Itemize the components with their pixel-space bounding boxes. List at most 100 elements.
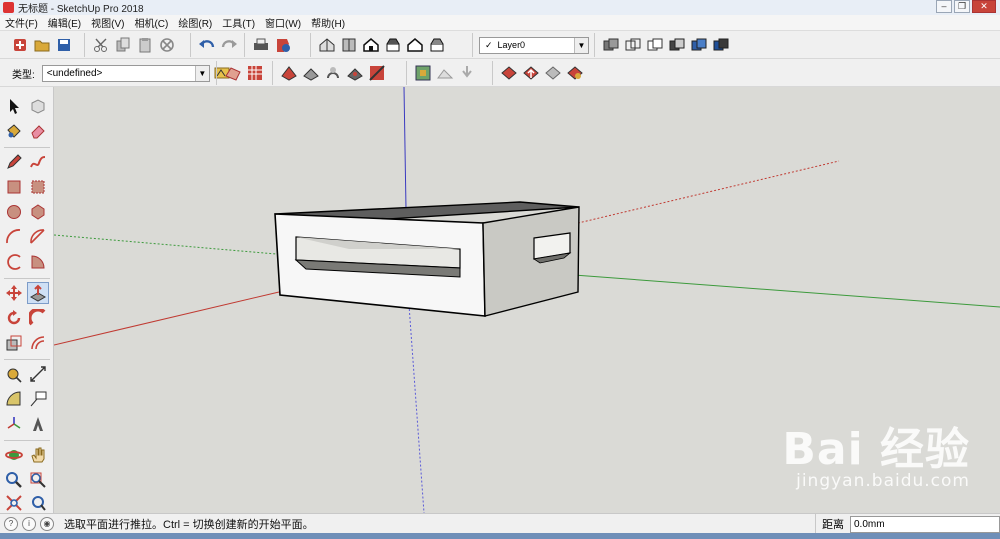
xray-button[interactable] <box>601 36 620 55</box>
new-file-button[interactable] <box>10 36 29 55</box>
circle-tool[interactable] <box>3 201 25 223</box>
minimize-button[interactable]: ‒ <box>936 0 952 13</box>
front-view-button[interactable] <box>361 36 380 55</box>
make-component-tool[interactable] <box>27 95 49 117</box>
top-view-button[interactable] <box>339 36 358 55</box>
scale-tool[interactable] <box>3 332 25 354</box>
3d-text-tool[interactable] <box>27 413 49 435</box>
tape-measure-tool[interactable] <box>3 363 25 385</box>
right-house-icon <box>386 38 399 52</box>
close-button[interactable]: ✕ <box>972 0 996 13</box>
redo-button[interactable] <box>219 36 238 55</box>
protractor-tool[interactable] <box>3 388 25 410</box>
right-view-button[interactable] <box>383 36 402 55</box>
erase-selection-button[interactable] <box>157 36 176 55</box>
shaded-style-icon <box>669 38 684 51</box>
info-icon[interactable]: i <box>22 516 36 531</box>
monochrome-button[interactable] <box>711 36 730 55</box>
add-detail-button[interactable] <box>345 64 364 83</box>
paint-bucket-tool[interactable] <box>3 120 25 142</box>
textured-button[interactable] <box>689 36 708 55</box>
arc-tool[interactable] <box>3 226 25 248</box>
eraser-tool[interactable] <box>27 120 49 142</box>
follow-me-tool[interactable] <box>27 307 49 329</box>
rotate-tool[interactable] <box>3 307 25 329</box>
hidden-line-button[interactable] <box>645 36 664 55</box>
menu-help[interactable]: 帮助(H) <box>306 15 350 30</box>
undo-button[interactable] <box>197 36 216 55</box>
dimension-tool[interactable] <box>27 363 49 385</box>
extension-warehouse-button[interactable] <box>565 64 584 83</box>
pie-tool[interactable] <box>27 251 49 273</box>
photo-texture-button[interactable] <box>457 64 476 83</box>
zoom-extents-tool[interactable] <box>3 492 25 514</box>
dimension-icon <box>30 366 46 382</box>
maximize-button[interactable]: ❐ <box>954 0 970 13</box>
two-point-arc-tool[interactable] <box>27 226 49 248</box>
menu-draw[interactable]: 绘图(R) <box>173 15 217 30</box>
previous-view-icon <box>32 496 46 511</box>
iso-view-button[interactable] <box>317 36 336 55</box>
paste-button[interactable] <box>135 36 154 55</box>
layer-dropdown[interactable]: ✓ Layer0 ▼ <box>479 36 589 54</box>
credits-icon[interactable]: ◉ <box>40 516 54 531</box>
orbit-tool[interactable] <box>3 444 25 466</box>
three-point-arc-tool[interactable] <box>3 251 25 273</box>
cut-button[interactable] <box>91 36 110 55</box>
chevron-down-icon: ▼ <box>574 37 588 53</box>
green-axis <box>573 274 1000 308</box>
menu-camera[interactable]: 相机(C) <box>129 15 173 30</box>
toggle-terrain-button[interactable] <box>435 64 454 83</box>
select-tool[interactable] <box>3 95 25 117</box>
model-viewport[interactable]: Bai 经验 jingyan.baidu.com <box>54 87 1000 513</box>
left-view-button[interactable] <box>427 36 446 55</box>
polygon-tool[interactable] <box>27 201 49 223</box>
freehand-tool[interactable] <box>27 151 49 173</box>
move-tool[interactable] <box>3 282 25 304</box>
rectangle-tool[interactable] <box>3 176 25 198</box>
print-button[interactable] <box>251 36 270 55</box>
protractor-icon <box>6 391 21 406</box>
rotate-icon <box>7 310 21 325</box>
rotated-rectangle-tool[interactable] <box>27 176 49 198</box>
sandbox-contours-button[interactable] <box>223 64 242 83</box>
type-dropdown[interactable]: <undefined> ▼ <box>41 64 210 82</box>
menu-tools[interactable]: 工具(T) <box>217 15 260 30</box>
zoom-window-tool[interactable] <box>27 469 49 491</box>
open-button[interactable] <box>32 36 51 55</box>
arc-icon <box>6 229 21 244</box>
measure-input[interactable]: 0.0mm <box>850 515 1000 533</box>
menu-window[interactable]: 窗口(W) <box>260 15 306 30</box>
chevron-down-icon: ▼ <box>194 65 209 81</box>
flip-edge-button[interactable] <box>367 64 386 83</box>
layer-value: Layer0 <box>497 40 526 50</box>
share-component-button[interactable] <box>543 64 562 83</box>
box-model[interactable] <box>274 201 580 317</box>
share-model-button[interactable] <box>521 64 540 83</box>
zoom-tool[interactable] <box>3 469 25 491</box>
axes-tool[interactable] <box>3 413 25 435</box>
menu-view[interactable]: 视图(V) <box>86 15 129 30</box>
menu-edit[interactable]: 编辑(E) <box>43 15 86 30</box>
model-info-button[interactable] <box>273 36 292 55</box>
previous-view-tool[interactable] <box>27 492 49 514</box>
save-button[interactable] <box>54 36 73 55</box>
text-tool[interactable] <box>27 388 49 410</box>
stamp-button[interactable] <box>301 64 320 83</box>
shaded-button[interactable] <box>667 36 686 55</box>
push-pull-tool[interactable] <box>27 282 49 304</box>
copy-button[interactable] <box>113 36 132 55</box>
wireframe-button[interactable] <box>623 36 642 55</box>
undo-toolbar <box>190 33 238 57</box>
smoove-button[interactable] <box>279 64 298 83</box>
add-location-button[interactable] <box>413 64 432 83</box>
sandbox-scratch-button[interactable] <box>245 64 264 83</box>
menu-file[interactable]: 文件(F) <box>0 15 43 30</box>
help-icon[interactable]: ? <box>4 516 18 531</box>
offset-tool[interactable] <box>27 332 49 354</box>
3d-warehouse-button[interactable] <box>499 64 518 83</box>
back-view-button[interactable] <box>405 36 424 55</box>
pan-tool[interactable] <box>27 444 49 466</box>
drape-button[interactable] <box>323 64 342 83</box>
line-tool[interactable] <box>3 151 25 173</box>
